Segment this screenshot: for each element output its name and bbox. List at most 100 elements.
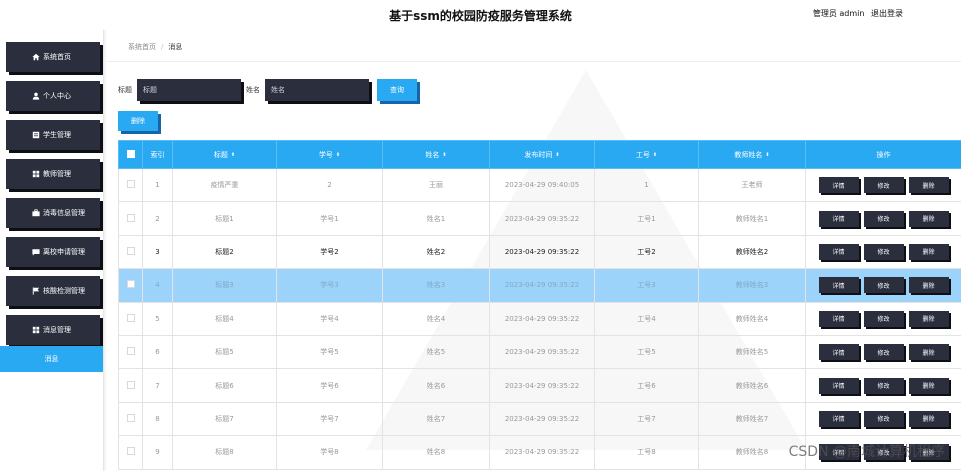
edit-button[interactable]: 修改 — [863, 277, 904, 294]
row-checkbox[interactable] — [126, 313, 135, 322]
row-select-cell[interactable] — [118, 234, 143, 270]
select-all-header[interactable] — [118, 140, 143, 169]
cell-teacher: 教师姓名3 — [698, 268, 806, 303]
detail-button[interactable]: 详情 — [818, 277, 859, 294]
batch-delete-button[interactable]: 删除 — [118, 111, 158, 131]
column-header-work-no[interactable]: 工号 ⬍ — [594, 140, 699, 169]
row-select-cell[interactable] — [118, 167, 143, 203]
column-header-time[interactable]: 发布时间 ⬍ — [489, 140, 595, 169]
table-row[interactable]: 8 标题7 学号7 姓名7 2023-04-29 09:35:22 工号7 教师姓名7 详情修… — [118, 401, 961, 437]
detail-button[interactable]: 详情 — [818, 210, 859, 227]
home-icon — [32, 53, 40, 61]
table-row[interactable]: 4 标题3 学号3 姓名3 2023-04-29 09:35:22 工号3 教师姓名3 详情修… — [118, 268, 961, 303]
cell-teacher: 教师姓名6 — [698, 368, 806, 403]
cell-title: 标题8 — [172, 435, 277, 470]
detail-button[interactable]: 详情 — [818, 243, 859, 260]
delete-button[interactable]: 删除 — [908, 177, 949, 194]
cell-actions: 详情 修改 删除 — [805, 334, 961, 370]
row-select-cell[interactable] — [118, 268, 143, 303]
edit-button[interactable]: 修改 — [863, 243, 904, 260]
cell-index: 4 — [142, 268, 173, 303]
table-row[interactable]: 5 标题4 学号4 姓名4 2023-04-29 09:35:22 工号4 教师姓名4 详情修… — [118, 301, 961, 336]
column-header-actions: 操作 — [805, 140, 961, 169]
detail-button[interactable]: 详情 — [818, 410, 859, 427]
sidebar-item-personal[interactable]: 个人中心 — [6, 81, 100, 111]
detail-button[interactable]: 详情 — [818, 310, 859, 327]
row-checkbox[interactable] — [126, 213, 135, 222]
row-select-cell[interactable] — [118, 401, 143, 437]
delete-button[interactable]: 删除 — [908, 377, 949, 394]
sidebar-subitem-message[interactable]: 消息 — [0, 346, 103, 372]
sidebar-item-students[interactable]: 学生管理 — [6, 120, 100, 150]
query-button[interactable]: 查询 — [377, 79, 417, 101]
search-bar: 标题 姓名 查询 — [118, 79, 417, 101]
delete-button[interactable]: 删除 — [908, 410, 949, 427]
sidebar-item-teachers[interactable]: 教师管理 — [6, 159, 100, 189]
row-select-cell[interactable] — [118, 201, 143, 236]
delete-button[interactable]: 删除 — [908, 344, 949, 361]
flag-icon — [32, 287, 40, 295]
sidebar-item-messages[interactable]: 消息管理 — [6, 315, 100, 345]
sidebar-item-nucleic-tests[interactable]: 核酸检测管理 — [6, 276, 100, 306]
user-box: 管理员 admin 退出登录 — [809, 8, 903, 19]
breadcrumb-current: 消息 — [168, 43, 183, 51]
column-header-teacher[interactable]: 教师姓名 ⬍ — [698, 140, 806, 169]
sort-icon[interactable]: ⬍ — [765, 152, 769, 158]
cell-actions: 详情 修改 删除 — [805, 234, 961, 270]
edit-button[interactable]: 修改 — [863, 377, 904, 394]
name-search-input[interactable] — [265, 79, 369, 101]
title-search-input[interactable] — [137, 79, 241, 101]
cell-title: 标题1 — [172, 201, 277, 236]
column-header-title[interactable]: 标题 ⬍ — [172, 140, 277, 169]
edit-button[interactable]: 修改 — [863, 210, 904, 227]
table-row[interactable]: 3 标题2 学号2 姓名2 2023-04-29 09:35:22 工号2 教师姓名2 详情修… — [118, 234, 961, 270]
row-checkbox[interactable] — [126, 380, 135, 389]
cell-teacher: 教师姓名1 — [698, 201, 806, 236]
logout-link[interactable]: 退出登录 — [871, 9, 903, 18]
row-select-cell[interactable] — [118, 301, 143, 336]
breadcrumb-home[interactable]: 系统首页 — [128, 43, 156, 51]
sort-icon[interactable]: ⬍ — [653, 152, 657, 158]
sort-icon[interactable]: ⬍ — [336, 152, 340, 158]
detail-button[interactable]: 详情 — [818, 177, 859, 194]
edit-button[interactable]: 修改 — [863, 344, 904, 361]
row-select-cell[interactable] — [118, 334, 143, 370]
edit-button[interactable]: 修改 — [863, 410, 904, 427]
top-header: 基于ssm的校园防疫服务管理系统 管理员 admin 退出登录 — [0, 0, 961, 30]
sort-icon[interactable]: ⬍ — [442, 152, 446, 158]
sidebar-item-home[interactable]: 系统首页 — [6, 42, 100, 72]
row-checkbox[interactable] — [126, 180, 135, 189]
column-header-student-no[interactable]: 学号 ⬍ — [276, 140, 383, 169]
row-select-cell[interactable] — [118, 435, 143, 470]
sidebar-item-disinfection[interactable]: 消毒信息管理 — [6, 198, 100, 228]
edit-button[interactable]: 修改 — [863, 177, 904, 194]
delete-button[interactable]: 删除 — [908, 243, 949, 260]
row-checkbox[interactable] — [126, 347, 135, 356]
detail-button[interactable]: 详情 — [818, 344, 859, 361]
sort-icon[interactable]: ⬍ — [555, 152, 559, 158]
cell-teacher: 王老师 — [698, 167, 806, 203]
row-checkbox[interactable] — [126, 246, 135, 255]
select-all-checkbox[interactable] — [126, 149, 135, 158]
delete-button[interactable]: 删除 — [908, 210, 949, 227]
sidebar-item-label: 核酸检测管理 — [43, 287, 85, 295]
row-checkbox[interactable] — [126, 413, 135, 422]
table-row[interactable]: 6 标题5 学号5 姓名5 2023-04-29 09:35:22 工号5 教师姓名5 详情修… — [118, 334, 961, 370]
cell-student-no: 学号5 — [276, 334, 383, 370]
delete-button[interactable]: 删除 — [908, 277, 949, 294]
table-row[interactable]: 1 疫情严重 2 王丽 2023-04-29 09:40:05 1 王老师 详情 修改 删除 — [118, 167, 961, 203]
table-row[interactable]: 7 标题6 学号6 姓名6 2023-04-29 09:35:22 工号6 教师姓名6 详情修… — [118, 368, 961, 403]
sort-icon[interactable]: ⬍ — [231, 152, 235, 158]
row-checkbox[interactable] — [126, 280, 135, 289]
table-row[interactable]: 2 标题1 学号1 姓名1 2023-04-29 09:35:22 工号1 教师姓名1 详情修… — [118, 201, 961, 236]
cell-name: 王丽 — [382, 167, 490, 203]
detail-button[interactable]: 详情 — [818, 377, 859, 394]
sidebar-item-label: 学生管理 — [43, 131, 71, 139]
row-select-cell[interactable] — [118, 368, 143, 403]
edit-button[interactable]: 修改 — [863, 310, 904, 327]
cell-teacher: 教师姓名2 — [698, 234, 806, 270]
delete-button[interactable]: 删除 — [908, 310, 949, 327]
column-header-name[interactable]: 姓名 ⬍ — [382, 140, 490, 169]
row-checkbox[interactable] — [126, 447, 135, 456]
sidebar-item-leave-requests[interactable]: 离校申请管理 — [6, 237, 100, 267]
